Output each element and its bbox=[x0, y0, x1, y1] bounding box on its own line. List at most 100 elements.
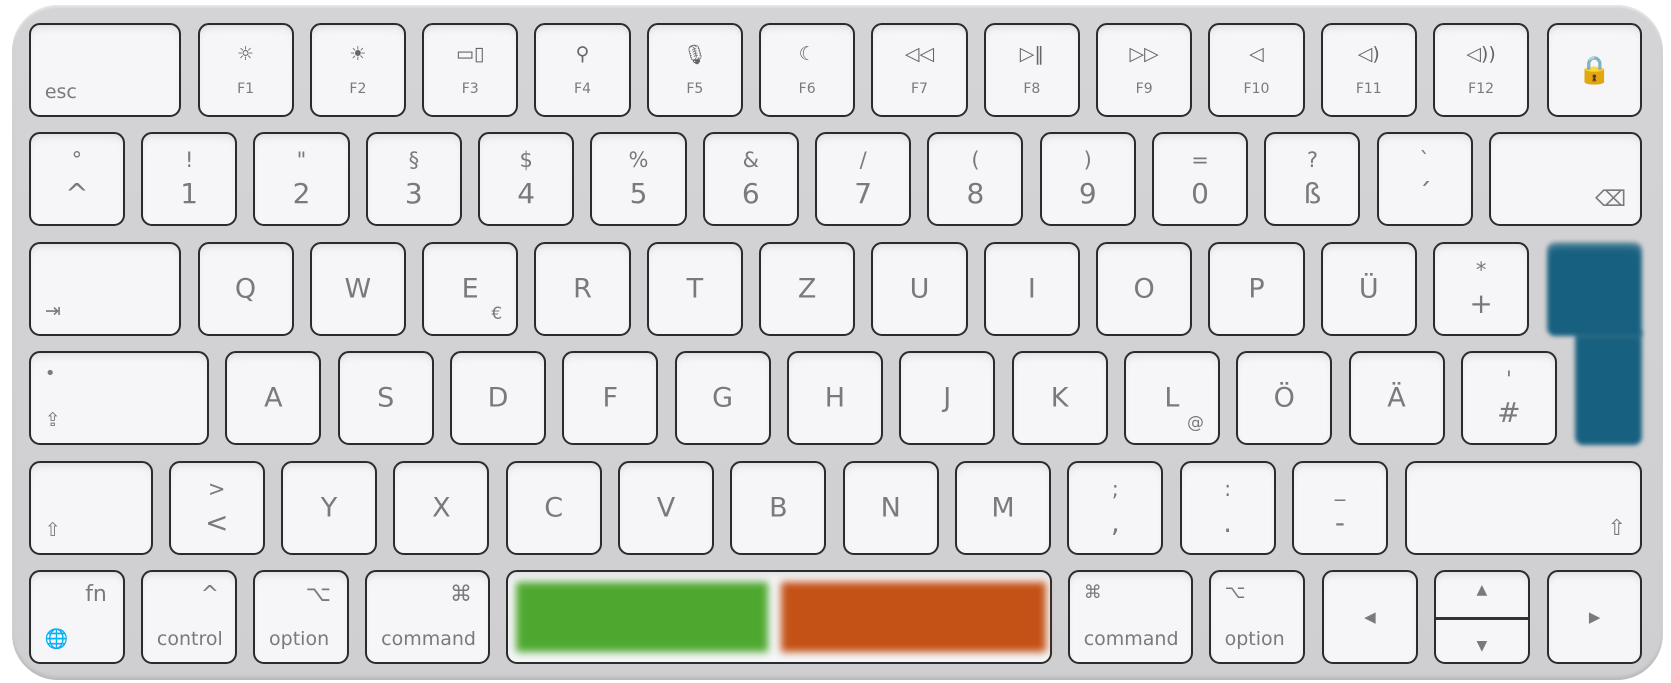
rewind-icon: ◁◁ bbox=[904, 43, 935, 66]
key-f8[interactable]: ▷‖ F8 bbox=[983, 23, 1080, 118]
key-ö[interactable]: Ö bbox=[1236, 351, 1333, 445]
key-label: F bbox=[602, 382, 619, 414]
key-label: < bbox=[204, 505, 229, 539]
key-f6[interactable]: ☾ F6 bbox=[759, 23, 856, 118]
key-s[interactable]: S bbox=[337, 351, 434, 445]
key-option[interactable]: ⌥ option bbox=[253, 569, 350, 664]
key--[interactable]: _ - bbox=[1291, 460, 1388, 555]
key-7[interactable]: /7 bbox=[815, 132, 912, 227]
key-label: fn bbox=[85, 581, 107, 607]
key-shift-label: _ bbox=[1334, 476, 1346, 501]
key-f11[interactable]: ◁) F11 bbox=[1320, 23, 1417, 118]
key-h[interactable]: H bbox=[786, 351, 883, 445]
key-esc[interactable]: esc bbox=[28, 23, 182, 118]
key-f[interactable]: F bbox=[562, 351, 659, 445]
key-control[interactable]: ^ control bbox=[140, 569, 237, 664]
key-m[interactable]: M bbox=[954, 460, 1052, 555]
key-label: control bbox=[156, 627, 223, 650]
key-up-down[interactable]: ▲ ▼ bbox=[1433, 569, 1530, 664]
mute-icon: ◁ bbox=[1249, 43, 1264, 66]
key--[interactable]: ;, bbox=[1067, 460, 1164, 555]
key-shift-label: > bbox=[207, 476, 226, 501]
key-f7[interactable]: ◁◁ F7 bbox=[871, 23, 968, 118]
key--[interactable]: ` ´ bbox=[1376, 132, 1473, 227]
key-2[interactable]: " 2 bbox=[253, 132, 350, 227]
key-f3[interactable]: ▭▯ F3 bbox=[422, 23, 519, 118]
key-arrow-left-icon[interactable]: ◀ bbox=[1321, 569, 1418, 664]
key-fn[interactable]: fn 🌐 bbox=[28, 569, 125, 664]
key-label: T bbox=[686, 273, 704, 305]
key-shift-label: § bbox=[408, 148, 420, 173]
key-p[interactable]: P bbox=[1208, 242, 1305, 337]
key-f2[interactable]: ☀ F2 bbox=[309, 23, 406, 118]
key-1[interactable]: ! 1 bbox=[141, 132, 238, 227]
key-label: + bbox=[1469, 287, 1493, 321]
globe-icon: 🌐 bbox=[44, 627, 69, 650]
search-icon: ⚲ bbox=[575, 43, 590, 66]
key--[interactable]: ° ^ bbox=[28, 132, 125, 227]
key-6[interactable]: & 6 bbox=[702, 132, 799, 227]
key-ü[interactable]: Ü bbox=[1320, 242, 1417, 337]
key-ß[interactable]: ? ß bbox=[1264, 132, 1361, 227]
key-lock-icon[interactable]: 🔒 bbox=[1547, 23, 1643, 118]
key-r[interactable]: R bbox=[534, 242, 631, 337]
key-q[interactable]: Q bbox=[197, 242, 294, 337]
key-w[interactable]: W bbox=[309, 242, 406, 337]
key-f9[interactable]: ▷▷ F9 bbox=[1096, 23, 1193, 118]
key-3[interactable]: § 3 bbox=[365, 132, 462, 227]
key-command[interactable]: ⌘ command bbox=[365, 569, 491, 664]
key-i[interactable]: I bbox=[983, 242, 1080, 337]
key-4[interactable]: $4 bbox=[478, 132, 575, 227]
key-v[interactable]: V bbox=[617, 460, 715, 555]
key-space[interactable] bbox=[506, 569, 1052, 664]
key-arrow-right-icon[interactable]: ▶ bbox=[1547, 569, 1643, 664]
key-k[interactable]: K bbox=[1011, 351, 1108, 445]
key-f4[interactable]: ⚲ F4 bbox=[534, 23, 631, 118]
key-shift-icon[interactable]: ⇧ bbox=[28, 460, 153, 555]
key-e[interactable]: E € bbox=[422, 242, 519, 337]
key-return-lower[interactable] bbox=[1574, 330, 1643, 445]
key-a[interactable]: A bbox=[225, 351, 322, 445]
key-shift-label: ' bbox=[1505, 367, 1512, 392]
key-caps-lock-icon[interactable]: • ⇪ bbox=[28, 351, 210, 445]
key-o[interactable]: O bbox=[1096, 242, 1193, 337]
key-t[interactable]: T bbox=[646, 242, 743, 337]
key-0[interactable]: = 0 bbox=[1152, 132, 1249, 227]
volume-down-icon: ◁) bbox=[1357, 43, 1380, 66]
key-n[interactable]: N bbox=[842, 460, 939, 555]
key-z[interactable]: Z bbox=[759, 242, 856, 337]
key-f5[interactable]: 🎙 F5 bbox=[646, 23, 743, 118]
key-f12[interactable]: ◁)) F12 bbox=[1433, 23, 1530, 118]
key-ä[interactable]: Ä bbox=[1348, 351, 1445, 445]
key--[interactable]: * + bbox=[1433, 242, 1530, 337]
shift-icon: ⇧ bbox=[44, 518, 61, 541]
key-j[interactable]: J bbox=[899, 351, 996, 445]
key--[interactable]: > < bbox=[168, 460, 265, 555]
command-icon: ⌘ bbox=[450, 581, 473, 607]
key-x[interactable]: X bbox=[393, 460, 490, 555]
key-tab-icon[interactable]: ⇥ bbox=[28, 242, 182, 337]
key-label: F7 bbox=[911, 81, 928, 98]
volume-up-icon: ◁)) bbox=[1466, 43, 1496, 66]
key-b[interactable]: B bbox=[730, 460, 827, 555]
key-option[interactable]: ⌥ option bbox=[1208, 569, 1305, 664]
key-command[interactable]: ⌘ command bbox=[1067, 569, 1193, 664]
key--[interactable]: :. bbox=[1179, 460, 1276, 555]
key-5[interactable]: % 5 bbox=[590, 132, 687, 227]
key-delete-icon[interactable]: ⌫ bbox=[1489, 132, 1643, 227]
key--[interactable]: ' # bbox=[1460, 351, 1557, 445]
key-f1[interactable]: ☼ F1 bbox=[197, 23, 294, 118]
key-c[interactable]: C bbox=[505, 460, 602, 555]
key-f10[interactable]: ◁ F10 bbox=[1208, 23, 1305, 118]
key-return[interactable] bbox=[1547, 242, 1643, 337]
key-9[interactable]: ) 9 bbox=[1039, 132, 1136, 227]
key-8[interactable]: (8 bbox=[927, 132, 1024, 227]
key-shift-icon[interactable]: ⇧ bbox=[1405, 460, 1643, 555]
key-y[interactable]: Y bbox=[281, 460, 378, 555]
key-d[interactable]: D bbox=[449, 351, 546, 445]
key-l[interactable]: L @ bbox=[1123, 351, 1220, 445]
key-shift-label: & bbox=[742, 148, 759, 173]
brightness-up-icon: ☀ bbox=[349, 43, 367, 66]
key-g[interactable]: G bbox=[674, 351, 771, 445]
key-u[interactable]: U bbox=[871, 242, 968, 337]
